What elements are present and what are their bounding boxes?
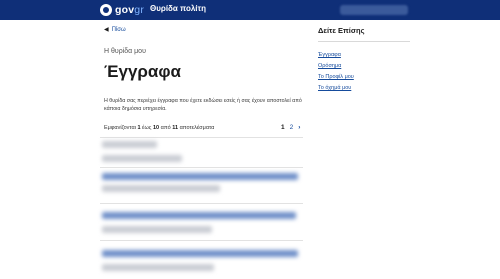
page-1[interactable]: 1 (281, 124, 285, 131)
see-also-link-documents[interactable]: Έγγραφα (318, 50, 410, 61)
list-item (102, 264, 214, 271)
see-also-links: Έγγραφα Ορόσημα Το Προφίλ μου Το όχημά μ… (318, 50, 410, 94)
govgr-logo[interactable]: govgr (100, 3, 144, 17)
see-also-link-milestones[interactable]: Ορόσημα (318, 61, 410, 72)
chevron-left-icon: ◀ (104, 27, 109, 33)
see-also-link-vehicle[interactable]: Το όχημά μου (318, 83, 410, 94)
divider (100, 167, 303, 168)
page-eyebrow: Η θυρίδα μου (104, 48, 146, 55)
list-item[interactable] (102, 250, 298, 257)
list-item[interactable] (102, 212, 296, 219)
divider (100, 137, 303, 138)
govgr-emblem-icon (100, 4, 112, 16)
back-label: Πίσω (111, 26, 126, 33)
results-summary: Εμφανίζονται 1 έως 10 από 11 αποτελέσματ… (104, 125, 215, 131)
list-item (102, 155, 182, 162)
page-2[interactable]: 2 (290, 124, 294, 131)
user-menu[interactable] (340, 5, 408, 15)
see-also-panel: Δείτε Επίσης Έγγραφα Ορόσημα Το Προφίλ μ… (318, 26, 410, 94)
list-item[interactable] (102, 173, 298, 180)
back-link[interactable]: ◀ Πίσω (104, 26, 126, 34)
divider (100, 240, 303, 241)
see-also-title: Δείτε Επίσης (318, 26, 365, 35)
see-also-link-profile[interactable]: Το Προφίλ μου (318, 72, 410, 83)
chevron-right-icon[interactable]: › (298, 124, 300, 131)
list-item (102, 185, 220, 192)
list-item (102, 226, 212, 233)
page-title: Έγγραφα (104, 62, 181, 81)
logo-text: govgr (115, 4, 145, 16)
divider (100, 203, 303, 204)
divider (318, 41, 410, 42)
pagination: 1 2 › (281, 124, 300, 131)
page-description: Η θυρίδα σας περιέχει έγγραφα που έχετε … (104, 98, 302, 112)
list-item (102, 141, 157, 148)
app-title[interactable]: Θυρίδα πολίτη (150, 4, 206, 13)
top-header-bar: govgr Θυρίδα πολίτη (0, 0, 500, 20)
